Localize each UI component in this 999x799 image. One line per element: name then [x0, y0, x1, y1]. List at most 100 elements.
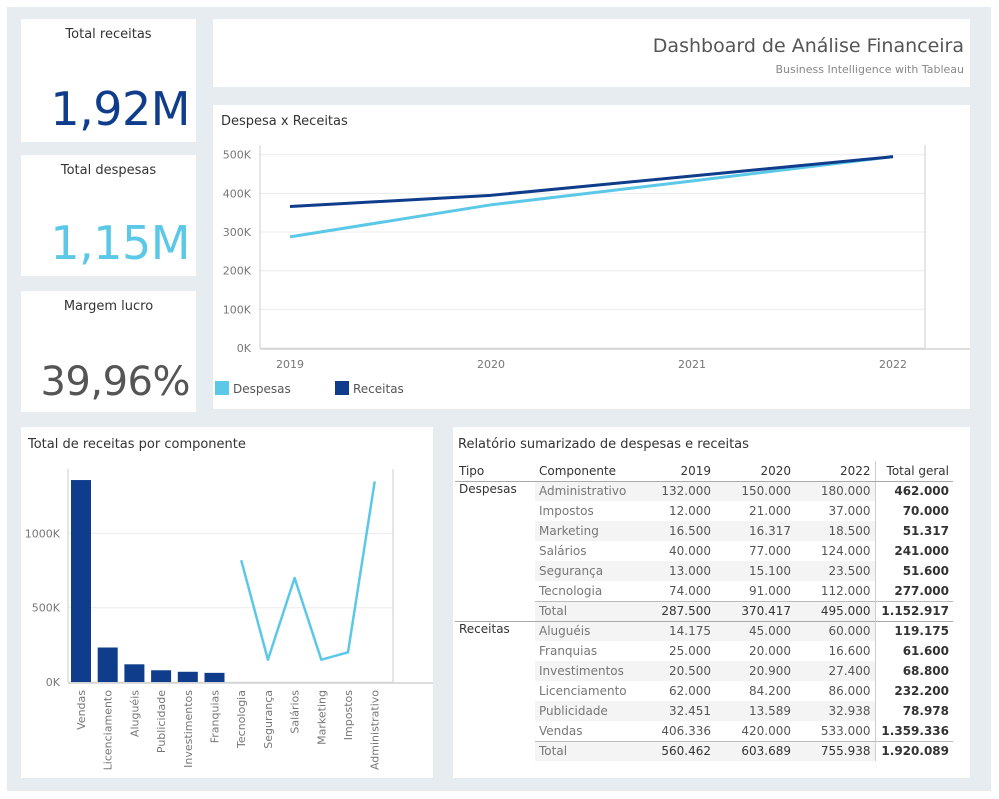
cell-total: 1.920.089	[874, 740, 953, 761]
cell-value: 84.200	[715, 681, 795, 701]
cell-value: 20.900	[715, 661, 795, 681]
column-header[interactable]: 2020	[715, 461, 795, 482]
x-tick-label: 2020	[477, 358, 505, 371]
kpi-value: 39,96%	[40, 359, 190, 405]
cell-value: 32.451	[635, 701, 715, 721]
cell-value: 533.000	[795, 721, 875, 741]
cell-value: 12.000	[635, 501, 715, 521]
y-tick-label: 0K	[46, 676, 61, 689]
bar-chart-panel[interactable]: Total de receitas por componente 0K 500K 1…	[21, 427, 433, 778]
cell-value: 23.500	[795, 561, 875, 581]
cell-value: 112.000	[795, 581, 875, 601]
cell-value: 370.417	[715, 600, 795, 621]
cell-value: 45.000	[715, 620, 795, 641]
cell-value: 37.000	[795, 501, 875, 521]
column-header[interactable]: 2022	[795, 461, 875, 482]
x-tick-label: 2021	[678, 358, 706, 371]
cell-total: 241.000	[874, 541, 953, 561]
cell-total: 51.317	[874, 521, 953, 541]
cell-value: 27.400	[795, 661, 875, 681]
legend-label-receitas: Receitas	[353, 382, 404, 396]
cell-total: 70.000	[874, 501, 953, 521]
y-tick-label: 1000K	[25, 527, 61, 540]
cell-total: 119.175	[874, 620, 953, 641]
y-tick-label: 100K	[223, 303, 252, 316]
cell-total: 68.800	[874, 661, 953, 681]
x-tick-label: Administrativo	[369, 690, 382, 770]
cell-total: 462.000	[874, 481, 953, 501]
cell-value: 420.000	[715, 721, 795, 741]
series-line-despesas	[239, 481, 376, 661]
kpi-margem-lucro[interactable]: Margem lucro 39,96%	[21, 291, 196, 412]
column-header[interactable]: 2019	[635, 461, 715, 482]
cell-component: Publicidade	[535, 701, 635, 721]
x-tick-label: 2022	[879, 358, 907, 371]
report-panel[interactable]: Relatório sumarizado de despesas e recei…	[453, 427, 970, 778]
bar-licenciamento	[97, 647, 118, 682]
y-tick-label: 500K	[223, 149, 252, 162]
kpi-total-despesas[interactable]: Total despesas 1,15M	[21, 155, 196, 276]
y-tick-label: 300K	[223, 226, 252, 239]
group-label: Despesas	[459, 481, 517, 496]
cell-value: 13.589	[715, 701, 795, 721]
page-subtitle: Business Intelligence with Tableau	[775, 63, 965, 76]
cell-value: 20.500	[635, 661, 715, 681]
x-tick-label: Salários	[289, 690, 302, 734]
y-tick-label: 400K	[223, 187, 252, 200]
kpi-title: Margem lucro	[63, 299, 154, 314]
x-tick-label: Licenciamento	[102, 690, 115, 771]
cell-total: 51.600	[874, 561, 953, 581]
cell-component: Segurança	[535, 561, 635, 581]
cell-total: 78.978	[874, 701, 953, 721]
cell-component: Aluguéis	[535, 620, 635, 641]
cell-component: Tecnologia	[535, 581, 635, 601]
cell-value: 406.336	[635, 721, 715, 741]
cell-component: Investimentos	[535, 661, 635, 681]
x-tick-label: Franquias	[209, 690, 222, 744]
column-header[interactable]: Componente	[535, 461, 635, 482]
x-tick-label: Aluguéis	[128, 690, 141, 737]
line-chart[interactable]: 0K100K200K300K400K500K2019 2020 2021 2022De…	[213, 105, 970, 409]
table-row[interactable]: Receitas Aluguéis 14.175 45.000 60.000 1…	[455, 620, 953, 761]
dashboard-header: Dashboard de Análise Financeira Business…	[213, 19, 970, 87]
cell-total: 232.200	[874, 681, 953, 701]
legend-swatch-despesas	[215, 381, 229, 395]
x-tick-label: Investimentos	[182, 690, 195, 768]
cell-value: 16.600	[795, 641, 875, 661]
cell-value: 124.000	[795, 541, 875, 561]
kpi-total-receitas[interactable]: Total receitas 1,92M	[21, 19, 196, 142]
kpi-value: 1,15M	[50, 216, 190, 270]
cell-total: 1.152.917	[874, 600, 953, 621]
column-header[interactable]: Total geral	[874, 461, 953, 482]
cell-value: 287.500	[635, 600, 715, 621]
table-header-row: Tipo Componente 2019 2020 2022 Total ger…	[455, 461, 953, 482]
report-table: Tipo Componente 2019 2020 2022 Total ger…	[455, 461, 953, 761]
table-row[interactable]: Despesas Administrativo 132.000 150.000 …	[455, 481, 953, 501]
bar-chart[interactable]: 0K 500K 1000K Vendas Licenciamento Aluguéis Pu…	[21, 427, 433, 778]
series-line-receitas	[289, 155, 894, 209]
cell-value: 21.000	[715, 501, 795, 521]
cell-value: 32.938	[795, 701, 875, 721]
column-header[interactable]: Tipo	[455, 461, 535, 482]
panel-title: Relatório sumarizado de despesas e recei…	[458, 437, 749, 452]
cell-component: Salários	[535, 541, 635, 561]
cell-component: Administrativo	[535, 481, 635, 501]
bar-vendas	[71, 480, 91, 682]
cell-value: 495.000	[795, 600, 875, 621]
cell-component: Licenciamento	[535, 681, 635, 701]
cell-value: 91.000	[715, 581, 795, 601]
bar-franquias	[204, 672, 225, 682]
cell-value: 16.500	[635, 521, 715, 541]
kpi-value: 1,92M	[50, 82, 190, 136]
y-tick-label: 200K	[223, 265, 252, 278]
cell-component: Franquias	[535, 641, 635, 661]
cell-value: 20.000	[715, 641, 795, 661]
cell-value: 15.100	[715, 561, 795, 581]
legend-swatch-receitas	[335, 381, 349, 395]
kpi-title: Total despesas	[60, 163, 157, 178]
line-chart-panel[interactable]: Despesa x Receitas 0K 100K 200K 300K 400K 500…	[213, 105, 970, 409]
bar-aluguéis	[124, 664, 145, 682]
cell-value: 560.462	[635, 740, 715, 761]
cell-value: 603.689	[715, 740, 795, 761]
cell-value: 13.000	[635, 561, 715, 581]
